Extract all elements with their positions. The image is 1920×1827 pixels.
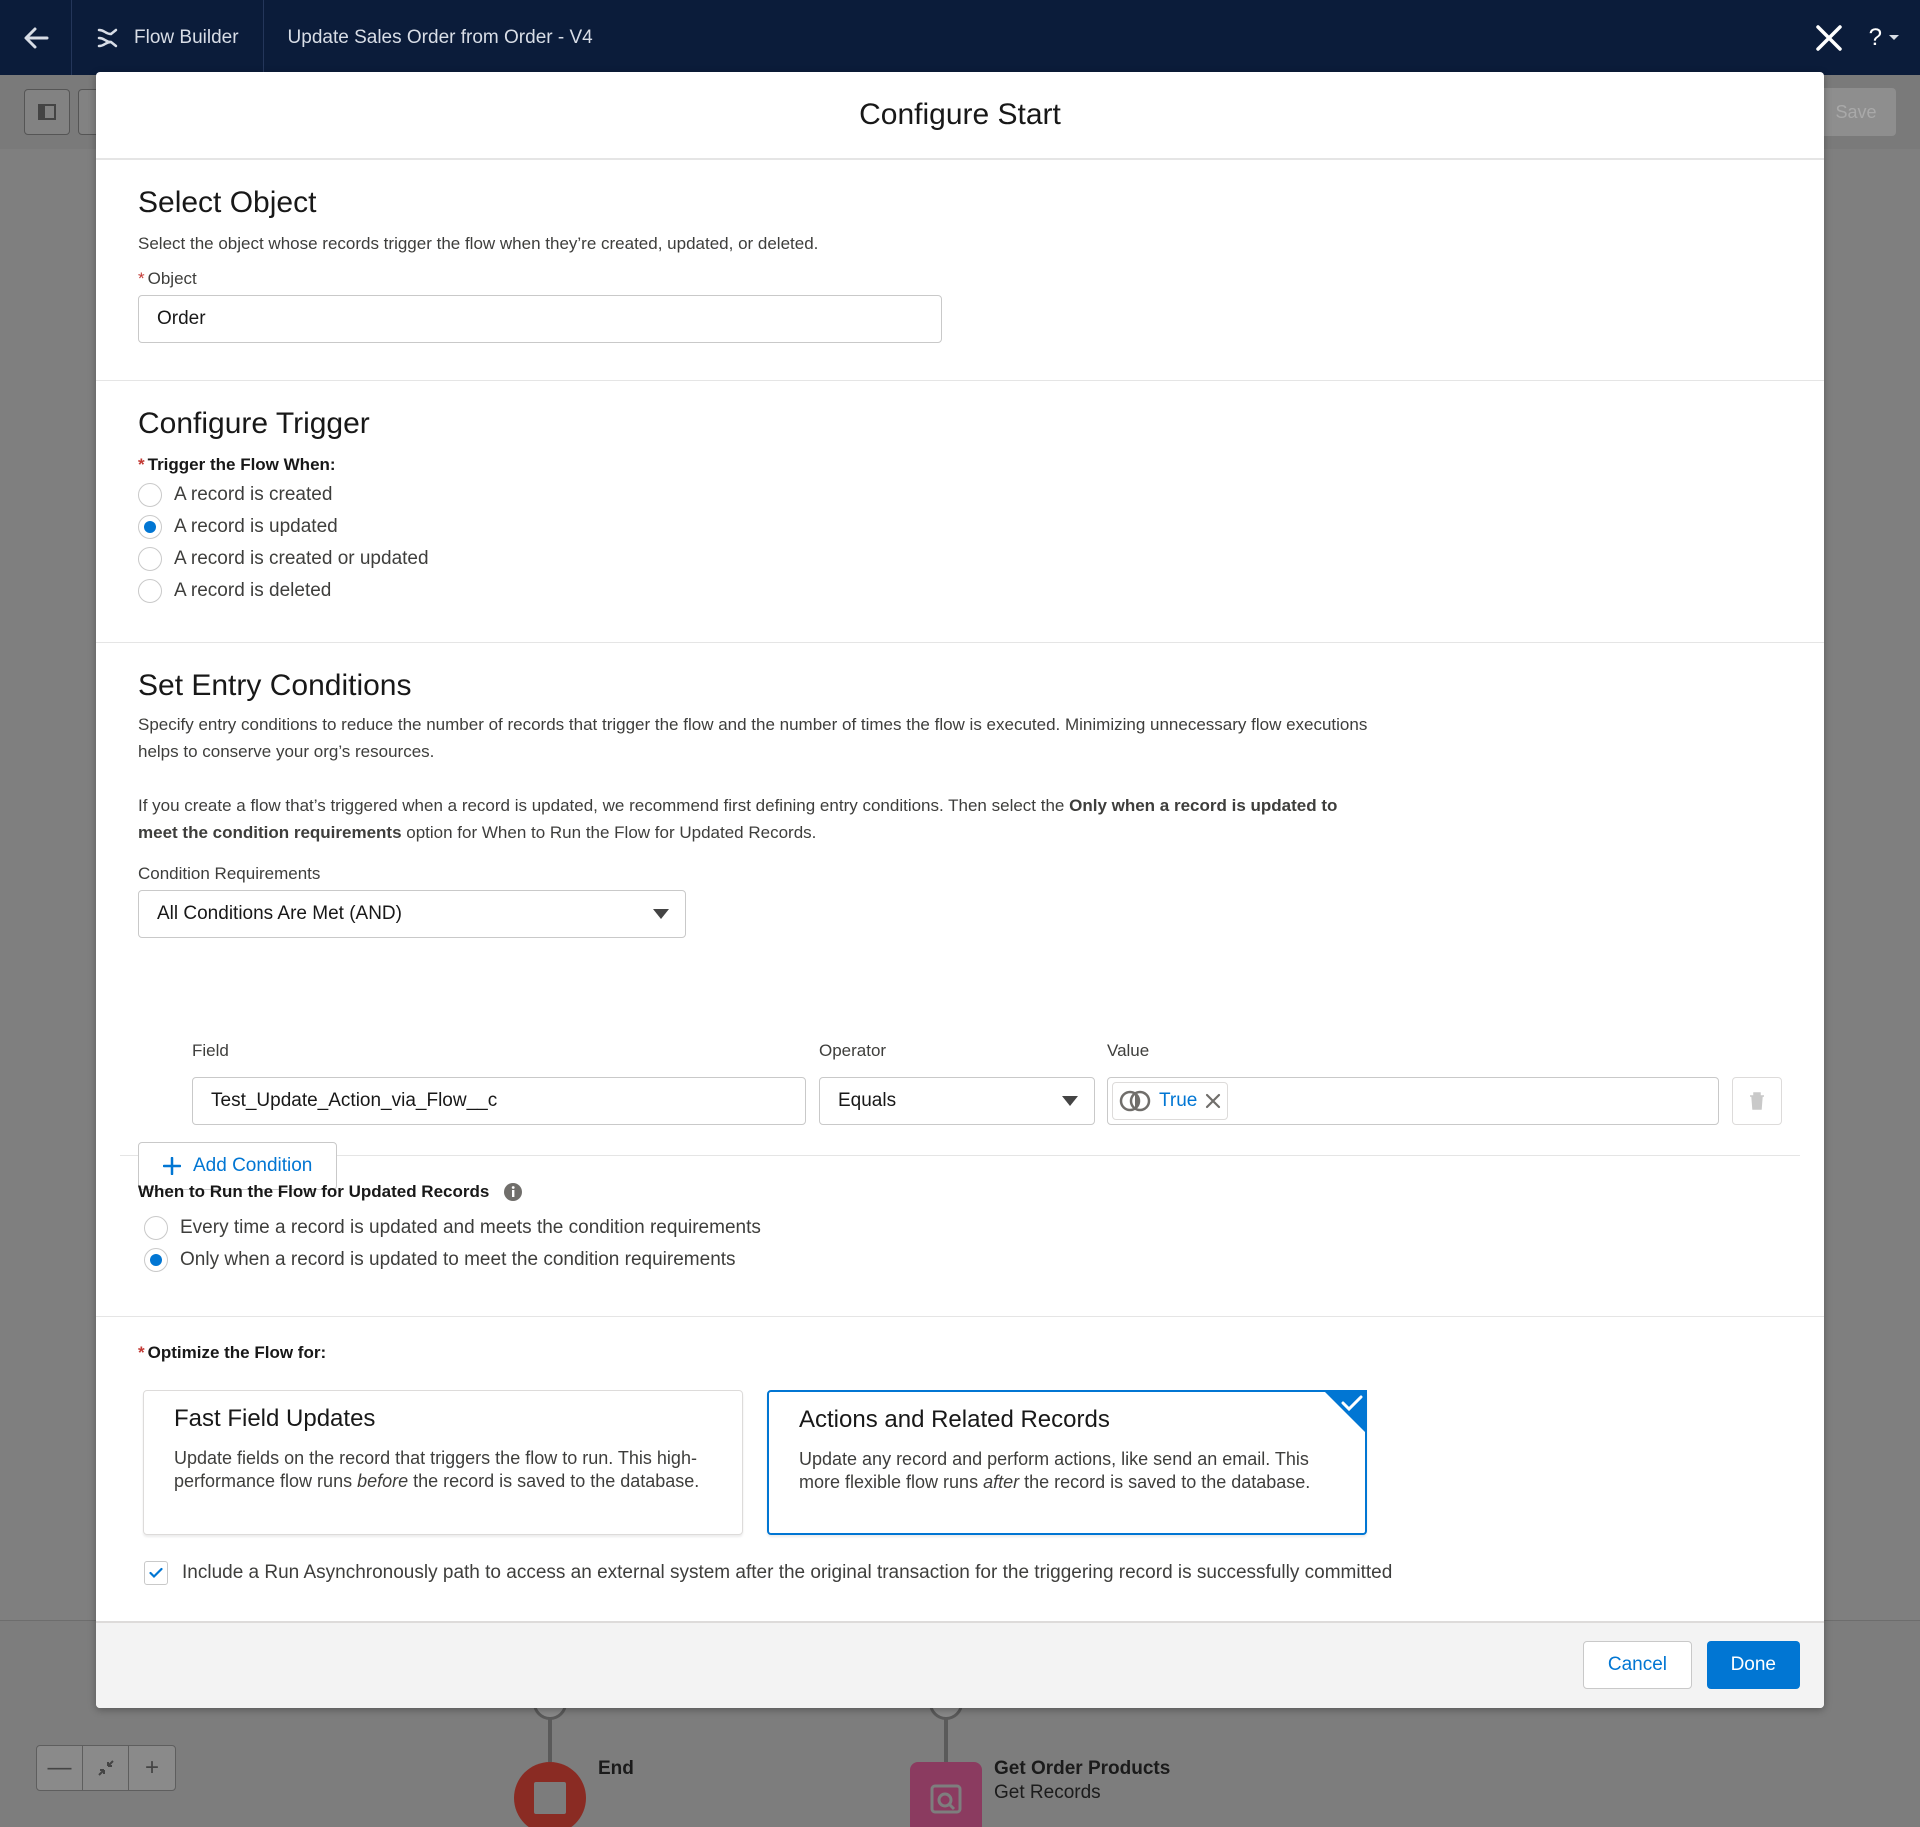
condition-field-input[interactable]: Test_Update_Action_via_Flow__c [192,1077,806,1125]
stop-icon [534,1782,566,1814]
cancel-button[interactable]: Cancel [1582,1641,1692,1689]
zoom-in-button[interactable]: + [129,1746,175,1790]
select-object-description: Select the object whose records trigger … [138,234,819,253]
required-marker: * [138,269,145,288]
radio-label: A record is deleted [174,580,332,601]
fit-view-button[interactable] [83,1746,129,1790]
radio-label: Every time a record is updated and meets… [180,1217,761,1238]
value-label: Value [1107,1041,1150,1060]
modal-title: Configure Start [96,72,1824,160]
trigger-option-3[interactable]: A record is deleted [138,575,1782,607]
get-records-node-subtitle: Get Records [994,1782,1101,1803]
panel-icon [38,104,56,120]
end-node[interactable] [514,1762,586,1827]
entry-conditions-description: Specify entry conditions to reduce the n… [138,715,1368,761]
back-button[interactable] [0,0,72,75]
when-to-run-label: When to Run the Flow for Updated Records [138,1182,490,1201]
fast-field-updates-title: Fast Field Updates [174,1405,376,1432]
configure-trigger-heading: Configure Trigger [138,407,370,440]
close-icon [1815,24,1842,51]
select-object-heading: Select Object [138,186,317,219]
top-navigation-bar: Flow Builder Update Sales Order from Ord… [0,0,1920,75]
value-pill[interactable]: True [1112,1082,1229,1120]
actions-related-records-description: Update any record and perform actions, l… [799,1449,1311,1492]
zoom-controls: — + [36,1745,176,1791]
when-to-run-option-0[interactable]: Every time a record is updated and meets… [144,1212,1782,1244]
fast-field-updates-tile[interactable]: Fast Field Updates Update fields on the … [143,1390,743,1535]
close-button[interactable] [1811,20,1847,56]
radio-button[interactable] [138,579,162,603]
async-path-option[interactable]: Include a Run Asynchronously path to acc… [144,1561,1392,1585]
actions-related-records-title: Actions and Related Records [799,1406,1110,1433]
help-menu[interactable]: ? [1869,24,1900,52]
chevron-down-icon [1889,34,1899,40]
get-records-icon [930,1784,962,1814]
trigger-option-2[interactable]: A record is created or updated [138,543,1782,575]
when-to-run-header: When to Run the Flow for Updated Records [138,1182,1782,1202]
async-path-label: Include a Run Asynchronously path to acc… [182,1562,1393,1583]
done-button[interactable]: Done [1706,1641,1800,1689]
flow-title: Update Sales Order from Order - V4 [287,26,593,48]
caret-down-icon [653,909,669,919]
when-to-run-option-1[interactable]: Only when a record is updated to meet th… [144,1244,1782,1276]
optimize-section: * Optimize the Flow for: Fast Field Updat… [96,1317,1824,1629]
trigger-option-1[interactable]: A record is updated [138,511,1782,543]
field-label: Field [192,1041,229,1060]
select-object-section: Select Object Select the object whose re… [96,160,1824,381]
app-launcher[interactable]: Flow Builder [72,0,264,75]
when-to-run-radio-group: Every time a record is updated and meets… [138,1212,1782,1276]
info-icon[interactable] [503,1182,523,1202]
contract-icon [97,1760,114,1776]
condition-requirements-label: Condition Requirements [138,864,321,883]
save-button[interactable]: Save [1816,88,1896,136]
caret-down-icon [1062,1096,1078,1106]
delete-condition-button[interactable] [1732,1077,1782,1125]
trigger-option-0[interactable]: A record is created [138,479,1782,511]
actions-related-records-tile[interactable]: Actions and Related Records Update any r… [767,1390,1367,1535]
help-icon: ? [1868,23,1882,51]
remove-icon[interactable] [1205,1093,1221,1109]
optimize-label: * Optimize the Flow for: [138,1343,327,1362]
radio-button[interactable] [144,1216,168,1240]
configure-trigger-section: Configure Trigger * Trigger the Flow When… [96,381,1824,643]
radio-label: A record is created [174,484,333,505]
object-input[interactable]: Order [138,295,942,343]
radio-button[interactable] [144,1248,168,1272]
arrow-left-icon [24,27,48,48]
trigger-label: * Trigger the Flow When: [138,455,336,474]
entry-conditions-heading: Set Entry Conditions [138,669,412,702]
app-name: Flow Builder [134,26,239,48]
get-records-node-title: Get Order Products [994,1758,1171,1779]
get-records-node[interactable] [910,1762,982,1827]
radio-button[interactable] [138,547,162,571]
entry-conditions-recommendation: If you create a flow that’s triggered wh… [138,796,1338,842]
trigger-radio-group: A record is created A record is updated A … [138,479,1782,607]
operator-label: Operator [819,1041,887,1060]
radio-button[interactable] [138,483,162,507]
async-path-checkbox[interactable] [144,1561,168,1585]
object-field-label: * Object [138,269,197,288]
when-to-run-section: When to Run the Flow for Updated Records… [96,1156,1824,1317]
radio-button[interactable] [138,515,162,539]
fast-field-updates-description: Update fields on the record that trigger… [174,1448,700,1491]
operator-select[interactable]: Equals [819,1077,1095,1125]
flow-icon [97,28,118,47]
value-input[interactable]: True [1107,1077,1719,1125]
radio-label: Only when a record is updated to meet th… [180,1249,736,1270]
end-node-label: End [598,1758,634,1779]
radio-label: A record is updated [174,516,338,537]
zoom-out-button[interactable]: — [37,1746,83,1790]
toggle-panel-button[interactable] [24,89,70,135]
trash-icon [1750,1092,1764,1110]
check-icon [149,1567,163,1579]
configure-start-modal: Configure Start Select Object Select the… [96,72,1824,1708]
entry-conditions-section: Set Entry Conditions Specify entry condi… [96,643,1824,1190]
check-icon [1341,1395,1363,1412]
radio-label: A record is created or updated [174,548,429,569]
condition-requirements-select[interactable]: All Conditions Are Met (AND) [138,890,686,938]
modal-footer: Cancel Done [96,1621,1824,1708]
toggle-boolean-icon [1119,1090,1151,1112]
